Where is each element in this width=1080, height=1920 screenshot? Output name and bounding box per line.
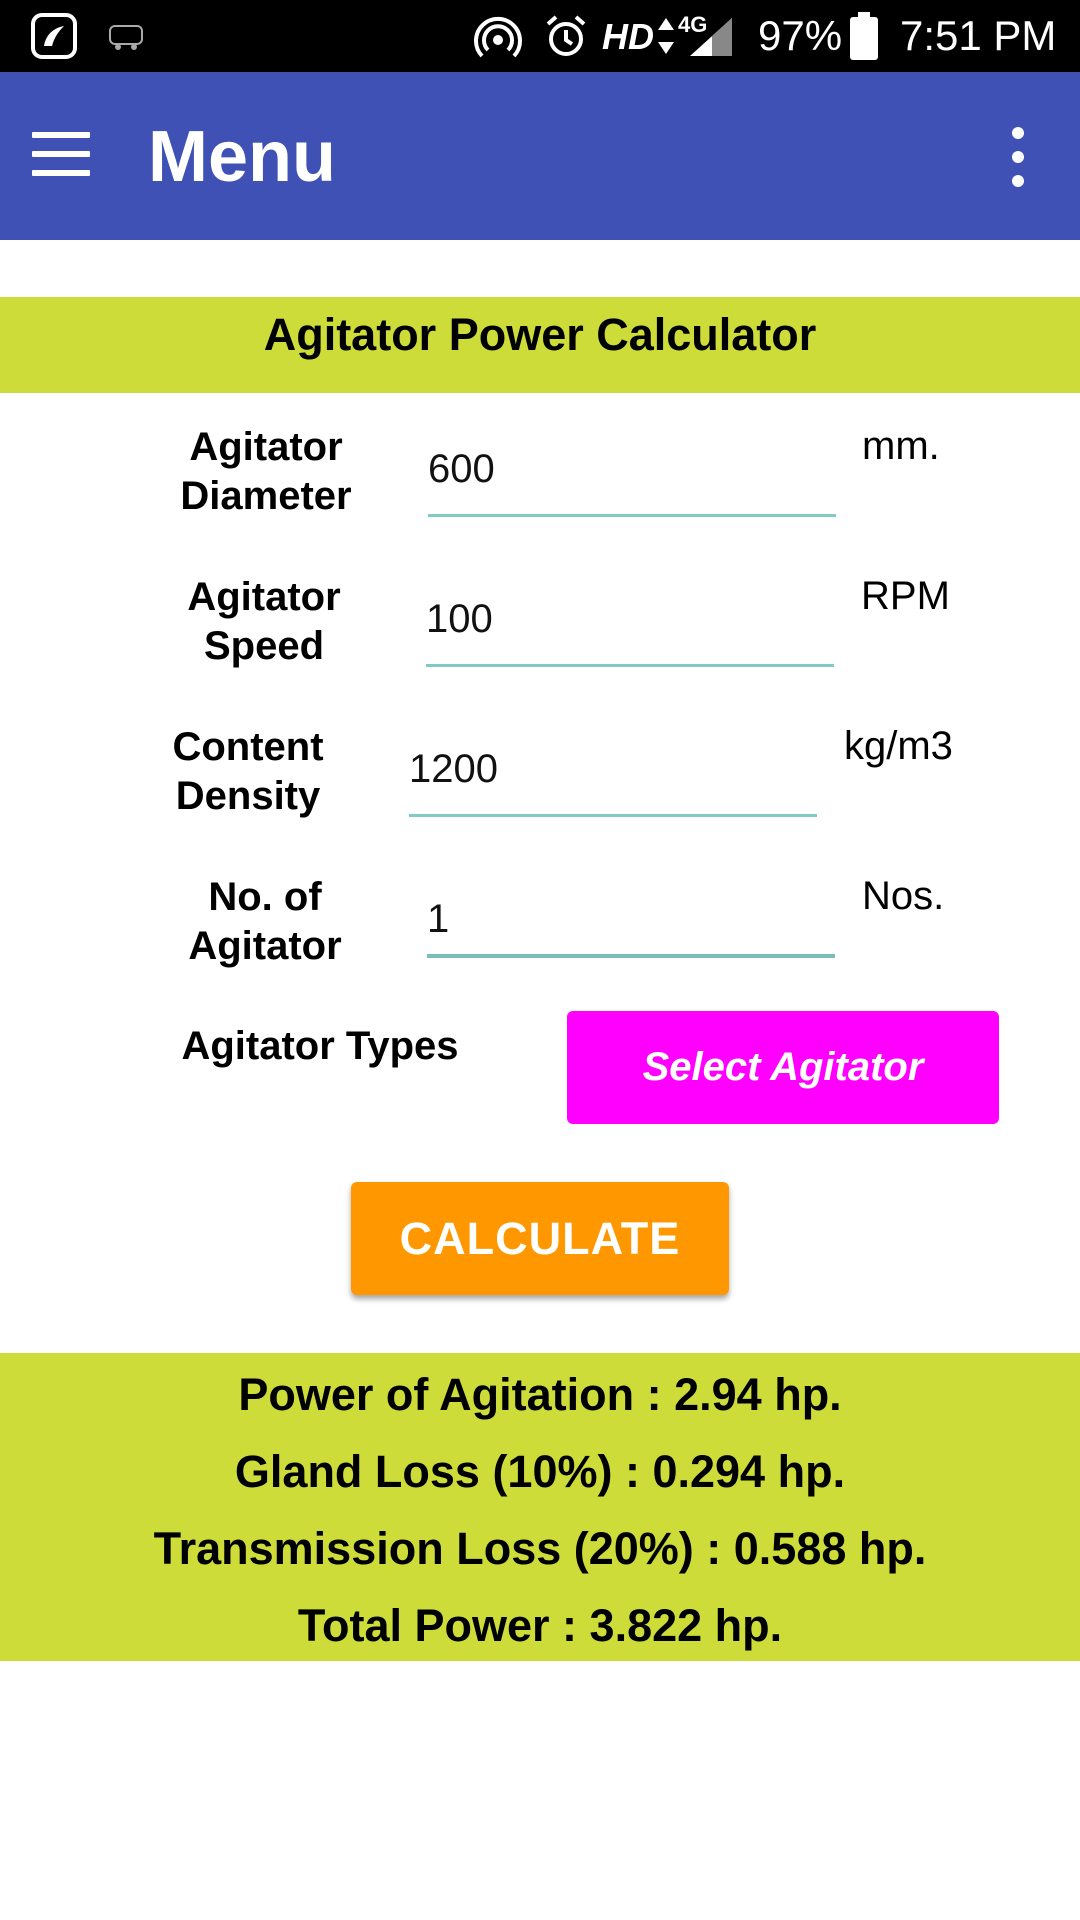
clock: 7:51 PM bbox=[900, 12, 1057, 59]
count-value: 1 bbox=[427, 897, 450, 941]
data-arrows-icon bbox=[658, 18, 674, 54]
diameter-input[interactable]: 600 bbox=[428, 447, 836, 517]
density-label-line1: Content bbox=[172, 725, 324, 769]
density-underline bbox=[409, 814, 817, 817]
speed-unit: RPM bbox=[861, 574, 950, 618]
speed-underline bbox=[426, 664, 834, 667]
gland-loss-result: Gland Loss (10%) : 0.294 hp. bbox=[234, 1446, 846, 1497]
app-notification-icon bbox=[31, 13, 77, 59]
speed-value: 100 bbox=[426, 597, 493, 641]
density-label-line2: Density bbox=[175, 774, 321, 818]
density-unit: kg/m3 bbox=[844, 724, 953, 768]
count-label: No. of Agitator bbox=[145, 873, 385, 971]
diameter-label: Agitator Diameter bbox=[146, 423, 386, 521]
count-input[interactable]: 1 bbox=[427, 897, 835, 969]
calculator-header: Agitator Power Calculator bbox=[0, 297, 1080, 393]
calculator-title: Agitator Power Calculator bbox=[263, 309, 817, 360]
count-unit: Nos. bbox=[862, 874, 945, 918]
density-label: Content Density bbox=[128, 723, 368, 821]
status-bar: HD 4G 97% 7:51 PM bbox=[0, 0, 1080, 72]
battery-percent: 97% bbox=[758, 12, 843, 59]
count-underline bbox=[427, 954, 835, 958]
alarm-icon bbox=[546, 15, 586, 56]
speed-input[interactable]: 100 bbox=[426, 597, 834, 667]
more-options-icon[interactable] bbox=[1004, 127, 1032, 187]
agitator-types-label: Agitator Types bbox=[181, 1024, 459, 1068]
menu-icon[interactable] bbox=[32, 132, 90, 176]
battery-icon bbox=[850, 12, 878, 60]
diameter-label-line1: Agitator bbox=[189, 425, 343, 469]
network-type-label: HD bbox=[602, 16, 654, 57]
diameter-underline bbox=[428, 514, 836, 517]
diameter-label-line2: Diameter bbox=[180, 474, 352, 518]
calculate-button[interactable]: CALCULATE bbox=[351, 1182, 729, 1295]
signal-icon bbox=[690, 18, 732, 56]
speed-label: Agitator Speed bbox=[144, 573, 384, 671]
diameter-unit: mm. bbox=[862, 424, 940, 468]
count-label-line1: No. of bbox=[208, 875, 322, 919]
power-result: Power of Agitation : 2.94 hp. bbox=[238, 1369, 842, 1420]
transmission-loss-result: Transmission Loss (20%) : 0.588 hp. bbox=[153, 1523, 927, 1574]
hotspot-icon bbox=[474, 16, 522, 58]
total-power-result: Total Power : 3.822 hp. bbox=[297, 1600, 783, 1651]
results-panel: Power of Agitation : 2.94 hp. Gland Loss… bbox=[0, 1353, 1080, 1661]
speed-label-line1: Agitator bbox=[187, 575, 341, 619]
density-value: 1200 bbox=[409, 747, 498, 791]
bus-notification-icon bbox=[109, 25, 143, 50]
count-label-line2: Agitator bbox=[188, 924, 342, 968]
density-input[interactable]: 1200 bbox=[409, 747, 817, 817]
app-bar: Menu bbox=[0, 72, 1080, 240]
speed-label-line2: Speed bbox=[203, 624, 325, 668]
select-agitator-button[interactable]: Select Agitator bbox=[567, 1011, 999, 1124]
app-bar-title: Menu bbox=[148, 117, 336, 197]
diameter-value: 600 bbox=[428, 447, 495, 491]
